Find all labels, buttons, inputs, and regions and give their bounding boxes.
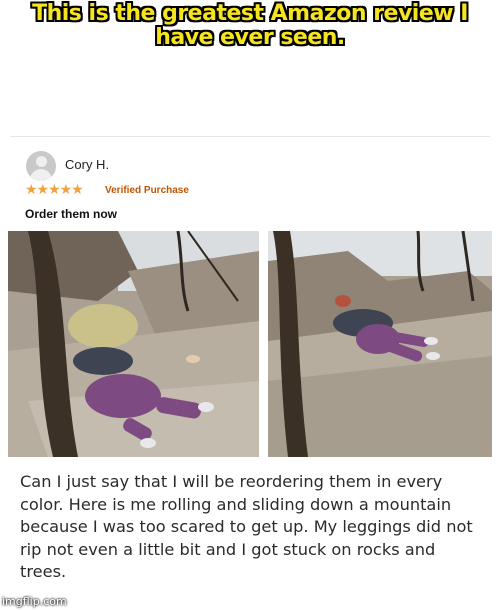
caption-line-1: This is the greatest Amazon review I: [32, 1, 468, 26]
imgflip-watermark: imgflip.com: [2, 595, 67, 608]
review-title: Order them now: [25, 207, 118, 221]
review-card: Cory H. ★★★★★ Verified Purchase Order th…: [8, 136, 492, 610]
review-photo-2[interactable]: [268, 231, 492, 457]
avatar: [26, 151, 56, 181]
review-body-text: Can I just say that I will be reordering…: [20, 472, 473, 581]
star-rating: ★★★★★: [25, 182, 84, 198]
caption-line-2: have ever seen.: [155, 25, 345, 50]
reviewer-name[interactable]: Cory H.: [65, 157, 109, 172]
meme-caption: This is the greatest Amazon review I hav…: [0, 2, 500, 50]
review-photo-1[interactable]: [8, 231, 259, 457]
verified-purchase-badge: Verified Purchase: [105, 185, 189, 196]
